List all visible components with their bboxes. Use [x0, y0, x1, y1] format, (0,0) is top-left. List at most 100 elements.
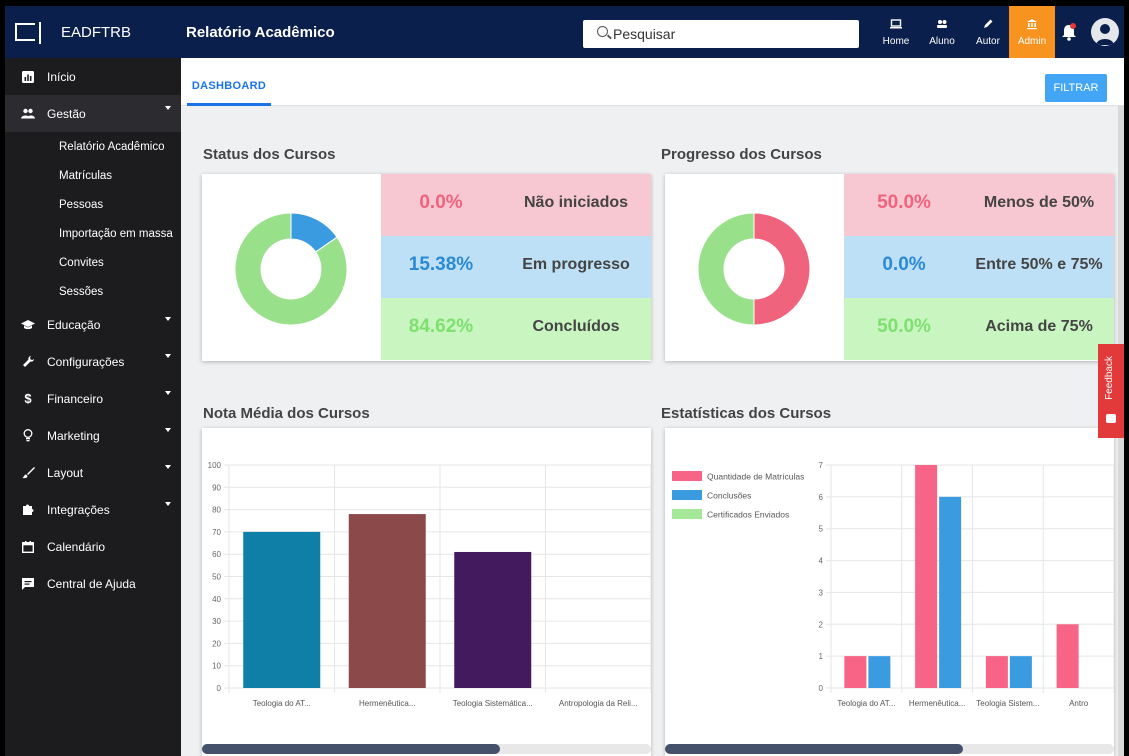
legend-swatch	[672, 509, 702, 519]
sidebar-item-inicio[interactable]: Início	[5, 58, 181, 95]
bar	[915, 465, 938, 688]
sidebar-item-central-ajuda[interactable]: Central de Ajuda	[5, 565, 181, 602]
donut-slice	[753, 212, 811, 326]
chevron-down-icon	[165, 502, 171, 506]
sidebar-item-configuracoes[interactable]: Configurações	[5, 343, 181, 380]
chevron-down-icon	[165, 354, 171, 358]
y-tick-label: 1	[819, 652, 824, 661]
nota-media-card: 0 10 20 30 40 50 60 70 80 90 100 Teologia do AT... H…	[202, 428, 651, 756]
sidebar-item-gestao[interactable]: Gestão	[5, 95, 181, 132]
tab-dashboard[interactable]: DASHBOARD	[187, 58, 271, 106]
status-label: Concluídos	[532, 318, 620, 335]
estatisticas-bar-chart: 0 1 2 3 4 5 6 7 Teologia do AT... Hermenêutica...…	[672, 461, 1114, 708]
page-title: Relatório Acadêmico	[186, 24, 335, 41]
wrench-icon	[21, 355, 35, 369]
chevron-down-icon	[165, 465, 171, 469]
y-tick-label: 0	[217, 684, 222, 693]
status-donut-chart	[234, 212, 348, 326]
y-tick-label: 2	[819, 620, 824, 629]
sidebar-item-calendario[interactable]: Calendário	[5, 528, 181, 565]
progresso-cursos-card: 50.0% Menos de 50% 0.0% Entre 50% e 75% …	[665, 174, 1114, 361]
bar	[844, 656, 867, 688]
donut-slice	[697, 212, 755, 326]
chat-icon	[21, 577, 35, 591]
notification-bell-icon[interactable]	[1057, 20, 1081, 44]
status-donut	[234, 212, 348, 326]
nota-media-bar-chart: 0 10 20 30 40 50 60 70 80 90 100 Teologia do AT... H…	[208, 461, 651, 708]
sidebar-item-label: Configurações	[47, 354, 125, 369]
brand-name[interactable]: EADFTRB	[61, 24, 131, 41]
sidebar-item-financeiro[interactable]: $ Financeiro	[5, 380, 181, 417]
nav-aluno-button[interactable]: Aluno	[919, 14, 965, 54]
nota-media-hscroll-thumb[interactable]	[202, 744, 500, 754]
sidebar: Início Gestão Relatório Acadêmico Matríc…	[5, 58, 181, 756]
chevron-down-icon	[165, 106, 171, 110]
status-cursos-title: Status dos Cursos	[203, 146, 336, 163]
menu-toggle-icon[interactable]	[15, 22, 41, 44]
sidebar-subitem-importacao[interactable]: Importação em massa	[5, 219, 181, 248]
sidebar-subitem-convites[interactable]: Convites	[5, 248, 181, 277]
nav-autor-label: Autor	[976, 36, 1000, 47]
search-box[interactable]	[583, 20, 859, 48]
chevron-down-icon	[165, 317, 171, 321]
estatisticas-hscroll-thumb[interactable]	[665, 744, 963, 754]
user-avatar[interactable]	[1091, 18, 1119, 46]
bar	[1009, 656, 1032, 688]
filter-button[interactable]: FILTRAR	[1045, 74, 1107, 102]
feedback-tab[interactable]: Feedback	[1098, 344, 1124, 438]
sidebar-subitem-pessoas[interactable]: Pessoas	[5, 190, 181, 219]
progresso-row-50-75: 0.0% Entre 50% e 75%	[844, 236, 1114, 298]
search-icon	[597, 26, 608, 37]
chevron-down-icon	[165, 391, 171, 395]
sidebar-item-label: Layout	[47, 465, 84, 480]
progresso-cursos-title: Progresso dos Cursos	[661, 146, 822, 163]
y-tick-label: 0	[819, 684, 824, 693]
dollar-icon: $	[24, 391, 32, 406]
y-tick-label: 5	[819, 525, 824, 534]
feedback-icon	[1106, 414, 1116, 423]
sidebar-subitem-relatorio-academico[interactable]: Relatório Acadêmico	[5, 132, 181, 161]
sidebar-subitem-matriculas[interactable]: Matrículas	[5, 161, 181, 190]
status-cursos-card: 0.0% Não iniciados 15.38% Em progresso 8…	[202, 174, 651, 361]
pencil-icon	[965, 18, 1011, 36]
sidebar-subitem-sessoes[interactable]: Sessões	[5, 277, 181, 306]
nav-home-label: Home	[882, 36, 910, 47]
legend-label: Quantidade de Matrículas	[707, 472, 804, 482]
main-content: DASHBOARD FILTRAR Status dos Cursos 0.0%…	[181, 58, 1124, 756]
y-tick-label: 4	[819, 557, 824, 566]
sidebar-item-marketing[interactable]: Marketing	[5, 417, 181, 454]
chevron-down-icon	[165, 428, 171, 432]
sidebar-item-educacao[interactable]: Educação	[5, 306, 181, 343]
progresso-pct: 50.0%	[877, 192, 931, 213]
estatisticas-title: Estatísticas dos Cursos	[661, 405, 832, 422]
nota-media-hscroll[interactable]	[202, 744, 651, 754]
sidebar-item-layout[interactable]: Layout	[5, 454, 181, 491]
progresso-label: Acima de 75%	[985, 318, 1093, 335]
progresso-row-acima-75: 50.0% Acima de 75%	[844, 298, 1114, 360]
nav-admin-button[interactable]: Admin	[1009, 6, 1055, 58]
bar	[243, 531, 321, 688]
status-row-em-progresso: 15.38% Em progresso	[381, 236, 651, 298]
y-tick-label: 30	[212, 617, 221, 626]
nav-home-button[interactable]: Home	[873, 14, 919, 54]
bar	[985, 656, 1008, 688]
legend-label: Conclusões	[707, 491, 751, 501]
estatisticas-card: 0 1 2 3 4 5 6 7 Teologia do AT... Hermenêutica...…	[665, 428, 1114, 756]
y-tick-label: 7	[819, 461, 824, 470]
progresso-pct: 0.0%	[882, 254, 926, 275]
status-pct: 0.0%	[419, 192, 463, 213]
sidebar-item-label: Financeiro	[47, 391, 104, 406]
y-tick-label: 60	[212, 550, 221, 559]
sidebar-item-integracoes[interactable]: Integrações	[5, 491, 181, 528]
nav-autor-button[interactable]: Autor	[965, 14, 1011, 54]
lightbulb-icon	[21, 429, 35, 443]
top-bar: EADFTRB Relatório Acadêmico Home Aluno A…	[5, 6, 1124, 58]
bar	[1056, 624, 1079, 688]
brush-icon	[21, 466, 35, 480]
estatisticas-hscroll[interactable]	[665, 744, 1114, 754]
search-input[interactable]	[613, 24, 843, 44]
y-tick-label: 20	[212, 639, 221, 648]
y-tick-label: 6	[819, 493, 824, 502]
bar	[868, 656, 891, 688]
status-pct: 15.38%	[408, 254, 474, 275]
